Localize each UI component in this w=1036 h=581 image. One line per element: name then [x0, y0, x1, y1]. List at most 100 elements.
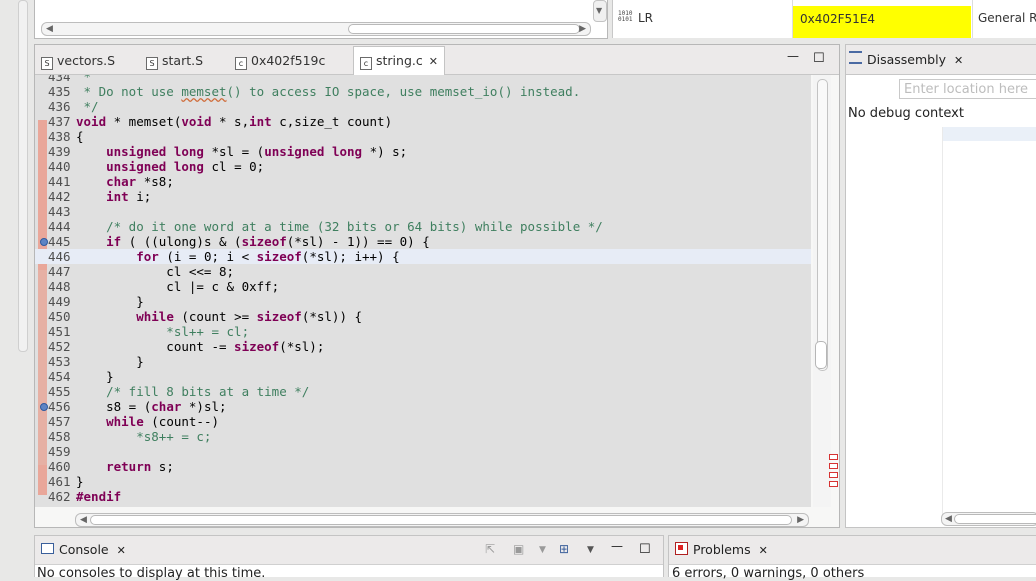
variables-vscrollbar[interactable]: ▼ — [593, 0, 607, 22]
code-text: /* fill 8 bits at a time */ — [76, 384, 310, 399]
column-divider — [972, 0, 973, 38]
line-number: 446 — [48, 249, 71, 264]
line-number: 436 — [48, 99, 71, 114]
location-input[interactable]: Enter location here — [899, 79, 1036, 99]
code-line[interactable]: 444 /* do it one word at a time (32 bits… — [35, 219, 811, 234]
code-line[interactable]: 434 * — [35, 75, 811, 84]
display-console-icon[interactable]: ▣ — [513, 542, 524, 556]
chevron-down-icon[interactable]: ▼ — [587, 545, 594, 555]
close-tab-icon[interactable]: ✕ — [429, 55, 438, 68]
tab-vectors-s[interactable]: Svectors.S — [41, 48, 115, 73]
disassembly-view: Disassembly ✕ Enter location here No debu… — [845, 44, 1036, 528]
tab-address[interactable]: c 0x402f519c — [235, 48, 325, 73]
scroll-thumb[interactable] — [954, 514, 1036, 524]
scroll-down-icon[interactable]: ▼ — [596, 6, 602, 15]
open-console-icon[interactable]: ⊞ — [559, 542, 569, 556]
code-text: *s8++ = c; — [76, 429, 212, 444]
code-line[interactable]: 441 char *s8; — [35, 174, 811, 189]
scroll-thumb[interactable] — [90, 515, 792, 525]
code-text-area[interactable]: 434 * 435 * Do not use memset() to access… — [35, 75, 811, 507]
code-line[interactable]: 461} — [35, 474, 811, 489]
register-name[interactable]: LR — [638, 11, 653, 25]
breakpoint-icon[interactable] — [40, 403, 48, 411]
line-number: 449 — [48, 294, 71, 309]
tab-string-c[interactable]: c string.c ✕ — [353, 46, 445, 75]
code-text: void * memset(void * s,int c,size_t coun… — [76, 114, 393, 129]
tab-disassembly[interactable]: Disassembly ✕ — [849, 51, 963, 67]
code-text: return s; — [106, 459, 174, 474]
code-line[interactable]: 459 — [35, 444, 811, 459]
overview-error-marker[interactable] — [829, 463, 838, 469]
code-line[interactable]: 458 *s8++ = c; — [35, 429, 811, 444]
code-line[interactable]: 439 unsigned long *sl = (unsigned long *… — [35, 144, 811, 159]
overview-error-marker[interactable] — [829, 472, 838, 478]
code-line[interactable]: 447 cl <<= 8; — [35, 264, 811, 279]
breakpoint-icon[interactable] — [40, 238, 48, 246]
chevron-down-icon[interactable]: ▼ — [539, 545, 546, 555]
close-tab-icon[interactable]: ✕ — [117, 544, 126, 557]
code-line[interactable]: 437 void * memset(void * s,int c,size_t c… — [35, 114, 811, 129]
code-line[interactable]: 440 unsigned long cl = 0; — [35, 159, 811, 174]
scroll-thumb[interactable] — [815, 341, 827, 369]
problems-icon — [675, 542, 688, 555]
line-number: 438 — [48, 129, 71, 144]
code-text: * Do not use memset() to access IO space… — [76, 84, 581, 99]
line-number: 447 — [48, 264, 71, 279]
code-line[interactable]: 449 } — [35, 294, 811, 309]
problems-summary: 6 errors, 0 warnings, 0 others — [672, 566, 865, 581]
editor-hscrollbar[interactable]: ◀ ▶ — [75, 513, 809, 527]
code-text: #endif — [76, 489, 122, 504]
overview-error-marker[interactable] — [829, 454, 838, 460]
minimize-icon[interactable]: — — [611, 539, 623, 553]
scroll-right-icon[interactable]: ▶ — [797, 514, 804, 526]
code-line[interactable]: 454 } — [35, 369, 811, 384]
code-line[interactable]: 446 for (i = 0; i < sizeof(*sl); i++) { — [35, 249, 811, 264]
maximize-icon[interactable]: ☐ — [813, 51, 825, 66]
code-text: unsigned long *sl = (unsigned long *) s; — [106, 144, 408, 159]
code-line[interactable]: 452 count -= sizeof(*sl); — [35, 339, 811, 354]
code-line[interactable]: 438 { — [35, 129, 811, 144]
code-line[interactable]: 443 — [35, 204, 811, 219]
code-text: count -= sizeof(*sl); — [76, 339, 325, 354]
code-line[interactable]: 455 /* fill 8 bits at a time */ — [35, 384, 811, 399]
tab-start-s[interactable]: Sstart.S — [146, 48, 203, 73]
code-line[interactable]: 442 int i; — [35, 189, 811, 204]
close-tab-icon[interactable]: ✕ — [954, 54, 963, 67]
pin-console-icon[interactable]: ⇱ — [485, 542, 495, 556]
tab-console[interactable]: Console ✕ — [41, 542, 126, 557]
scroll-left-icon[interactable]: ◀ — [80, 514, 87, 526]
code-line[interactable]: 453 } — [35, 354, 811, 369]
code-line[interactable]: 462 #endif — [35, 489, 811, 504]
scroll-left-icon[interactable]: ◀ — [945, 513, 952, 525]
minimize-icon[interactable]: — — [787, 49, 799, 63]
code-line[interactable]: 451 *sl++ = cl; — [35, 324, 811, 339]
maximize-icon[interactable]: ☐ — [639, 542, 651, 557]
code-line[interactable]: 456 s8 = (char *)sl; — [35, 399, 811, 414]
overview-error-marker[interactable] — [829, 481, 838, 487]
code-line[interactable]: 448 cl |= c & 0xff; — [35, 279, 811, 294]
register-value[interactable]: 0x402F51E4 — [793, 6, 971, 38]
code-text: cl <<= 8; — [76, 264, 235, 279]
c-file-icon: c — [360, 57, 372, 70]
line-number: 445 — [48, 234, 71, 249]
code-line[interactable]: 435 * Do not use memset() to access IO s… — [35, 84, 811, 99]
code-line[interactable]: 436 */ — [35, 99, 811, 114]
code-line[interactable]: 457 while (count--) — [35, 414, 811, 429]
code-line[interactable]: 445 if ( ((ulong)s & (sizeof(*sl) - 1)) … — [35, 234, 811, 249]
disassembly-hscrollbar[interactable]: ◀ — [941, 512, 1036, 526]
line-number: 453 — [48, 354, 71, 369]
scroll-thumb[interactable] — [348, 24, 580, 34]
line-number: 458 — [48, 429, 71, 444]
editor-vscrollbar[interactable] — [813, 75, 831, 507]
variables-hscrollbar[interactable]: ◀ ▶ — [41, 22, 591, 36]
code-text: cl |= c & 0xff; — [76, 279, 280, 294]
problems-tabbar: Problems ✕ — [669, 536, 1036, 565]
scroll-left-icon[interactable]: ◀ — [46, 23, 53, 35]
code-line[interactable]: 460 return s; — [35, 459, 811, 474]
close-tab-icon[interactable]: ✕ — [759, 544, 768, 557]
scroll-right-icon[interactable]: ▶ — [579, 23, 586, 35]
tab-problems[interactable]: Problems ✕ — [675, 542, 768, 557]
register-group: General R — [978, 11, 1036, 25]
code-text: int i; — [106, 189, 152, 204]
code-line[interactable]: 450 while (count >= sizeof(*sl)) { — [35, 309, 811, 324]
